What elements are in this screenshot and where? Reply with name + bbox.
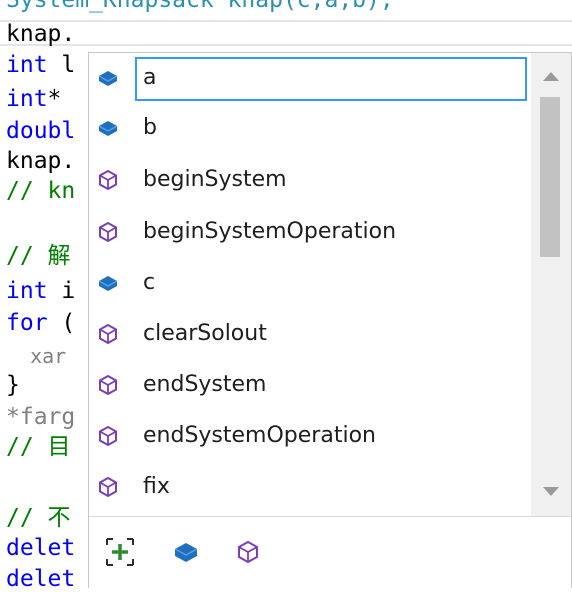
completion-label: endSystem xyxy=(143,372,267,397)
completion-label: fix xyxy=(143,474,170,499)
completion-item-b[interactable]: b xyxy=(89,103,531,153)
code-line-9: int i xyxy=(6,278,75,304)
completion-item-beginsystem[interactable]: beginSystem xyxy=(89,155,531,205)
scroll-thumb[interactable] xyxy=(540,97,560,257)
selection-highlight xyxy=(135,57,527,101)
completion-label: a xyxy=(143,65,157,90)
completion-label: b xyxy=(143,115,157,140)
code-line-3: int* xyxy=(6,86,61,112)
keyword: delet xyxy=(6,566,76,592)
scroll-up-arrow-icon[interactable] xyxy=(531,57,571,95)
code-line-8: // 解 xyxy=(6,243,71,269)
field-icon xyxy=(98,121,118,136)
completion-item-a[interactable]: a xyxy=(89,53,531,103)
method-filter-icon[interactable] xyxy=(231,535,265,569)
field-filter-icon[interactable] xyxy=(169,535,203,569)
completion-item-c[interactable]: c xyxy=(89,258,531,308)
code-line-11: xar xyxy=(6,344,67,368)
current-line-highlight xyxy=(0,20,572,46)
completion-label: endSystemOperation xyxy=(143,423,376,448)
method-icon xyxy=(99,425,117,447)
code-text: l xyxy=(47,52,76,78)
code-line-13: *farg xyxy=(6,404,76,430)
completion-label: c xyxy=(143,270,156,295)
code-line-10: for ( xyxy=(6,310,75,336)
completion-item-endsystemoperation[interactable]: endSystemOperation xyxy=(89,411,531,461)
completion-list: a b beginSystem beginSystemOperation c c… xyxy=(89,53,531,516)
completion-label: clearSolout xyxy=(143,321,267,346)
completion-item-fix[interactable]: fix xyxy=(89,462,531,512)
code-line-6: // kn xyxy=(6,178,76,204)
code-line-4: doubl xyxy=(6,118,75,144)
keyword: delet xyxy=(6,535,76,561)
method-icon xyxy=(99,169,117,191)
method-icon xyxy=(99,221,117,243)
code-line-14: // 目 xyxy=(6,434,71,460)
completion-label: beginSystemOperation xyxy=(143,219,397,244)
completion-item-beginsystemoperation[interactable]: beginSystemOperation xyxy=(89,207,531,257)
completion-label: beginSystem xyxy=(143,167,287,192)
completion-item-endsystem[interactable]: endSystem xyxy=(89,360,531,410)
completion-filter-bar xyxy=(89,516,571,588)
code-line-12: } xyxy=(6,372,20,398)
code-text: ( xyxy=(47,310,76,336)
code-line-2: int l xyxy=(6,52,75,78)
code-line-1: knap. xyxy=(6,21,76,47)
keyword: int xyxy=(6,86,48,112)
code-line-5: knap. xyxy=(6,148,76,174)
field-icon xyxy=(98,71,118,86)
keyword: for xyxy=(6,310,48,336)
method-icon xyxy=(99,476,117,498)
code-text: i xyxy=(47,278,76,304)
code-line-17: delet xyxy=(6,535,75,561)
code-line-0: System_Knapsack knap(c,a,b); xyxy=(6,0,394,13)
intellisense-popup: a b beginSystem beginSystemOperation c c… xyxy=(88,52,572,588)
expand-filter-icon[interactable] xyxy=(103,535,137,569)
keyword: int xyxy=(6,52,48,78)
scroll-down-arrow-icon[interactable] xyxy=(531,473,571,511)
code-line-16: // 不 xyxy=(6,505,71,531)
keyword: int xyxy=(6,278,48,304)
method-icon xyxy=(99,374,117,396)
method-icon xyxy=(99,323,117,345)
code-editor[interactable]: System_Knapsack knap(c,a,b); knap. int l… xyxy=(0,0,572,592)
code-text: * xyxy=(47,86,62,112)
completion-scrollbar[interactable] xyxy=(531,53,571,516)
field-icon xyxy=(98,276,118,291)
code-line-18: delet xyxy=(6,566,75,592)
keyword: doubl xyxy=(6,118,76,144)
completion-item-clearsolout[interactable]: clearSolout xyxy=(89,309,531,359)
